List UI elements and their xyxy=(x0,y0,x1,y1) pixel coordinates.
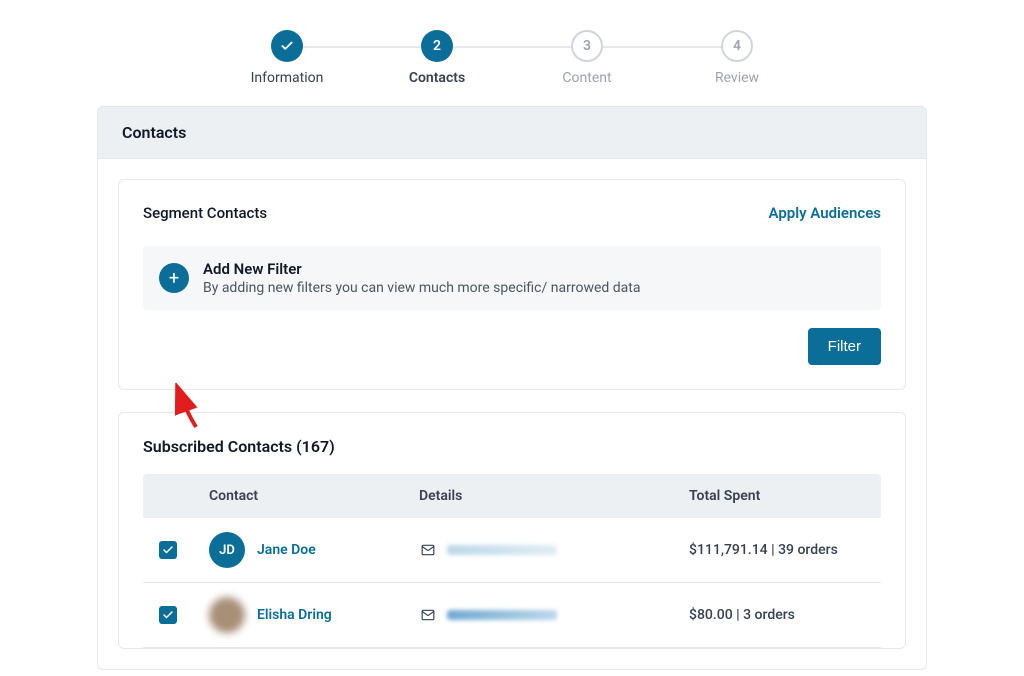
mail-icon xyxy=(419,608,437,622)
redacted-email xyxy=(447,610,557,620)
step-connector xyxy=(287,46,437,48)
step-label: Information xyxy=(251,70,324,86)
subscribed-title: Subscribed Contacts (167) xyxy=(143,437,881,456)
row-checkbox[interactable] xyxy=(159,606,177,624)
redacted-email xyxy=(447,545,557,555)
add-filter-title: Add New Filter xyxy=(203,260,640,278)
step-connector xyxy=(437,46,587,48)
wizard-stepper: Information 2 Contacts 3 Content 4 Revie… xyxy=(0,0,1024,106)
header-details: Details xyxy=(419,488,689,504)
step-circle-pending: 3 xyxy=(571,30,603,62)
total-spent: $111,791.14 | 39 orders xyxy=(689,542,865,558)
segment-header: Segment Contacts Apply Audiences xyxy=(143,204,881,222)
segment-title: Segment Contacts xyxy=(143,204,267,222)
step-label: Review xyxy=(715,70,759,86)
filter-button[interactable]: Filter xyxy=(808,328,881,365)
table-header: Contact Details Total Spent xyxy=(143,474,881,518)
step-content[interactable]: 3 Content xyxy=(512,30,662,86)
add-filter-row[interactable]: + Add New Filter By adding new filters y… xyxy=(143,246,881,310)
apply-audiences-link[interactable]: Apply Audiences xyxy=(769,204,881,222)
step-contacts[interactable]: 2 Contacts xyxy=(362,30,512,86)
step-information[interactable]: Information xyxy=(212,30,362,86)
subscribed-card: Subscribed Contacts (167) Contact Detail… xyxy=(118,412,906,649)
check-icon xyxy=(162,609,174,621)
panel-header: Contacts xyxy=(97,106,927,159)
total-spent: $80.00 | 3 orders xyxy=(689,607,865,623)
avatar xyxy=(209,597,245,633)
step-label: Contacts xyxy=(409,70,465,86)
contact-name-link[interactable]: Jane Doe xyxy=(257,542,316,558)
contact-name-link[interactable]: Elisha Dring xyxy=(257,607,332,623)
plus-icon[interactable]: + xyxy=(159,263,189,293)
step-connector xyxy=(587,46,737,48)
panel-body: Segment Contacts Apply Audiences + Add N… xyxy=(97,159,927,670)
add-filter-text: Add New Filter By adding new filters you… xyxy=(203,260,640,296)
step-review[interactable]: 4 Review xyxy=(662,30,812,86)
step-circle-active: 2 xyxy=(421,30,453,62)
table-row: JD Jane Doe $111,791.14 | 39 orders xyxy=(143,518,881,583)
table-row: Elisha Dring $80.00 | 3 orders xyxy=(143,583,881,648)
mail-icon xyxy=(419,543,437,557)
check-icon xyxy=(162,544,174,556)
step-label: Content xyxy=(562,70,611,86)
check-icon xyxy=(280,39,294,53)
add-filter-desc: By adding new filters you can view much … xyxy=(203,280,640,296)
header-contact: Contact xyxy=(209,488,419,504)
avatar: JD xyxy=(209,532,245,568)
segment-card: Segment Contacts Apply Audiences + Add N… xyxy=(118,179,906,390)
panel-title: Contacts xyxy=(122,123,902,142)
header-total: Total Spent xyxy=(689,488,865,504)
step-circle-completed xyxy=(271,30,303,62)
row-checkbox[interactable] xyxy=(159,541,177,559)
step-circle-pending: 4 xyxy=(721,30,753,62)
